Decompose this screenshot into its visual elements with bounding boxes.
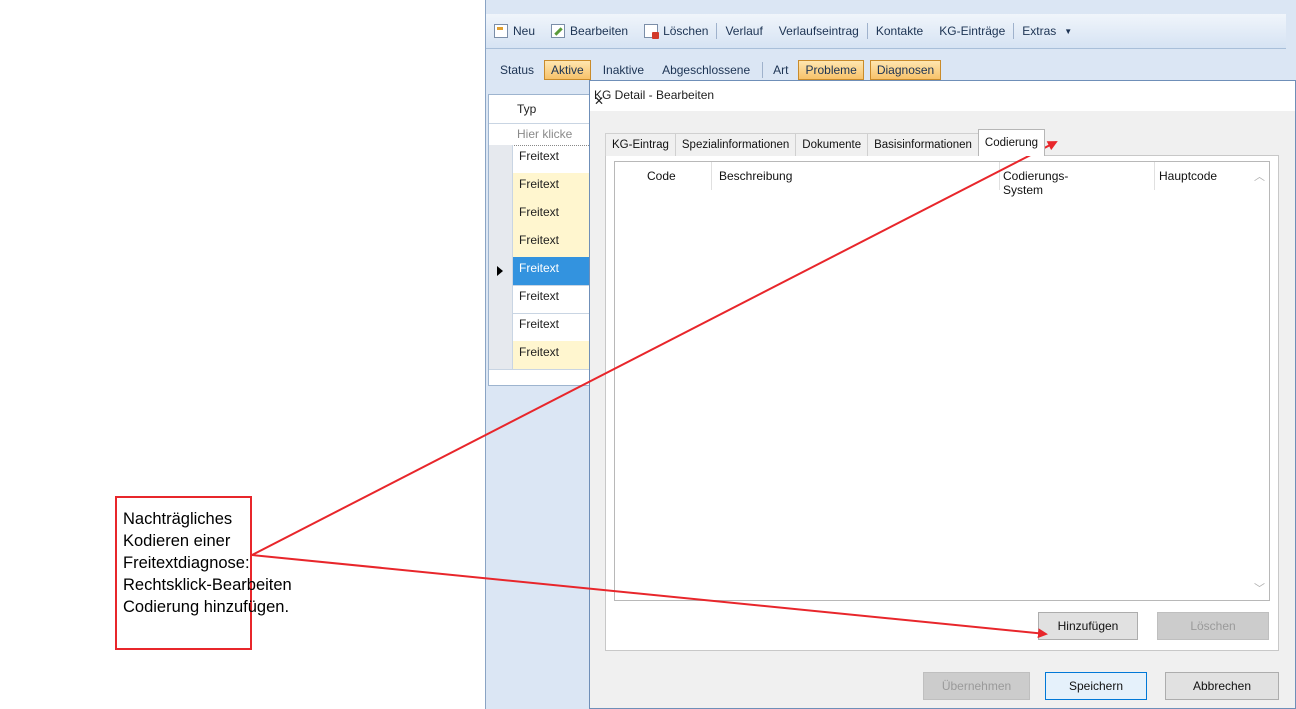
- column-divider: [999, 162, 1000, 190]
- tab-basisinformationen[interactable]: Basisinformationen: [867, 133, 979, 156]
- filter-diagnosen[interactable]: Diagnosen: [869, 60, 942, 80]
- annotation-line: Nachträgliches: [123, 510, 233, 528]
- filter-inaktive[interactable]: Inaktive: [597, 61, 650, 79]
- toolbar-delete-label: Löschen: [663, 24, 709, 38]
- row-selector[interactable]: [489, 341, 513, 369]
- column-divider: [1154, 162, 1155, 190]
- annotation-line: Codierung hinzufügen.: [123, 598, 290, 616]
- main-toolbar: Neu Bearbeiten Löschen Verlauf Verlaufse…: [486, 14, 1286, 49]
- table-row[interactable]: Freitext: [489, 173, 589, 202]
- column-hauptcode[interactable]: Hauptcode: [1159, 169, 1217, 183]
- close-icon[interactable]: ✕: [594, 88, 1285, 114]
- grid-header[interactable]: Typ: [489, 95, 589, 124]
- grid-filter-placeholder: Hier klicke: [517, 127, 573, 141]
- row-type-cell: Freitext: [513, 229, 589, 257]
- filter-separator: [762, 62, 764, 78]
- delete-icon: [644, 24, 660, 39]
- diagnosis-grid: Typ Hier klicke Freitext Freitext Freite…: [488, 94, 589, 386]
- toolbar-new-button[interactable]: Neu: [486, 24, 543, 38]
- row-selector[interactable]: [489, 257, 513, 285]
- scroll-up-icon[interactable]: ︿: [1254, 168, 1265, 184]
- table-row[interactable]: Freitext: [489, 313, 589, 342]
- caret-down-icon: ▼: [1064, 26, 1073, 36]
- kg-detail-dialog: KG Detail - Bearbeiten ✕ KG-Eintrag Spez…: [589, 80, 1296, 709]
- cancel-button[interactable]: Abbrechen: [1165, 672, 1279, 700]
- table-row[interactable]: Freitext: [489, 145, 589, 174]
- annotation-line: Freitextdiagnose:: [123, 554, 250, 572]
- toolbar-contacts-label: Kontakte: [875, 24, 924, 38]
- tab-dokumente[interactable]: Dokumente: [795, 133, 869, 156]
- toolbar-history-label: Verlauf: [725, 24, 763, 38]
- apply-button[interactable]: Übernehmen: [923, 672, 1030, 700]
- toolbar-history-entry-button[interactable]: Verlaufseintrag: [771, 24, 867, 38]
- edit-icon: [551, 24, 566, 38]
- row-pointer-icon: [497, 266, 503, 276]
- filter-abgeschlossene[interactable]: Abgeschlossene: [656, 61, 756, 79]
- art-label: Art: [773, 63, 789, 77]
- row-selector[interactable]: [489, 285, 513, 313]
- new-icon: [494, 24, 508, 38]
- row-selector[interactable]: [489, 313, 513, 341]
- filter-aktive[interactable]: Aktive: [544, 60, 591, 80]
- row-type-cell: Freitext: [513, 257, 589, 285]
- table-row[interactable]: Freitext: [489, 285, 589, 314]
- toolbar-new-label: Neu: [513, 24, 536, 38]
- toolbar-kg-entries-button[interactable]: KG-Einträge: [931, 24, 1013, 38]
- row-selector[interactable]: [489, 229, 513, 257]
- save-button[interactable]: Speichern: [1045, 672, 1147, 700]
- annotation-callout: Nachträgliches Kodieren einer Freitextdi…: [115, 496, 292, 650]
- coding-table[interactable]: Code Beschreibung Codierungs-System Haup…: [614, 161, 1270, 601]
- tab-codierung[interactable]: Codierung: [977, 129, 1045, 156]
- status-label: Status: [500, 63, 535, 77]
- table-row[interactable]: Freitext: [489, 341, 589, 370]
- toolbar-extras-label: Extras: [1022, 24, 1057, 38]
- toolbar-delete-button[interactable]: Löschen: [636, 24, 716, 39]
- row-type-cell: Freitext: [519, 149, 560, 163]
- toolbar-edit-button[interactable]: Bearbeiten: [543, 24, 636, 38]
- toolbar-history-entry-label: Verlaufseintrag: [778, 24, 859, 38]
- toolbar-history-button[interactable]: Verlauf: [717, 24, 770, 38]
- row-selector[interactable]: [489, 173, 513, 201]
- toolbar-extras-dropdown[interactable]: Extras ▼: [1014, 24, 1080, 38]
- row-type-cell: Freitext: [519, 289, 560, 303]
- dialog-tabs: KG-Eintrag Spezialinformationen Dokument…: [605, 129, 1045, 156]
- grid-header-typ: Typ: [517, 102, 537, 116]
- table-row-selected[interactable]: Freitext: [489, 257, 589, 286]
- tab-kg-eintrag[interactable]: KG-Eintrag: [605, 133, 676, 156]
- column-divider: [711, 162, 712, 190]
- row-type-cell: Freitext: [513, 201, 589, 229]
- table-row[interactable]: Freitext: [489, 229, 589, 258]
- annotation-line: Rechtsklick-Bearbeiten: [123, 576, 292, 594]
- row-selector[interactable]: [489, 201, 513, 229]
- column-codierungs-system[interactable]: Codierungs-System: [1003, 169, 1068, 197]
- row-type-cell: Freitext: [513, 341, 589, 369]
- toolbar-edit-label: Bearbeiten: [570, 24, 629, 38]
- scroll-down-icon[interactable]: ﹀: [1254, 580, 1265, 596]
- row-type-cell: Freitext: [519, 317, 560, 331]
- dialog-titlebar[interactable]: KG Detail - Bearbeiten ✕: [590, 81, 1295, 111]
- row-selector[interactable]: [489, 145, 513, 173]
- column-code[interactable]: Code: [647, 169, 676, 183]
- add-coding-button[interactable]: Hinzufügen: [1038, 612, 1138, 640]
- toolbar-kg-entries-label: KG-Einträge: [939, 24, 1006, 38]
- annotation-line: Kodieren einer: [123, 532, 231, 550]
- row-type-cell: Freitext: [513, 173, 589, 201]
- delete-coding-button[interactable]: Löschen: [1157, 612, 1269, 640]
- table-row[interactable]: Freitext: [489, 201, 589, 230]
- filter-probleme[interactable]: Probleme: [798, 60, 864, 80]
- toolbar-contacts-button[interactable]: Kontakte: [868, 24, 931, 38]
- grid-filter-row[interactable]: Hier klicke: [489, 123, 589, 146]
- column-beschreibung[interactable]: Beschreibung: [719, 169, 792, 183]
- tab-spezialinformationen[interactable]: Spezialinformationen: [674, 133, 797, 156]
